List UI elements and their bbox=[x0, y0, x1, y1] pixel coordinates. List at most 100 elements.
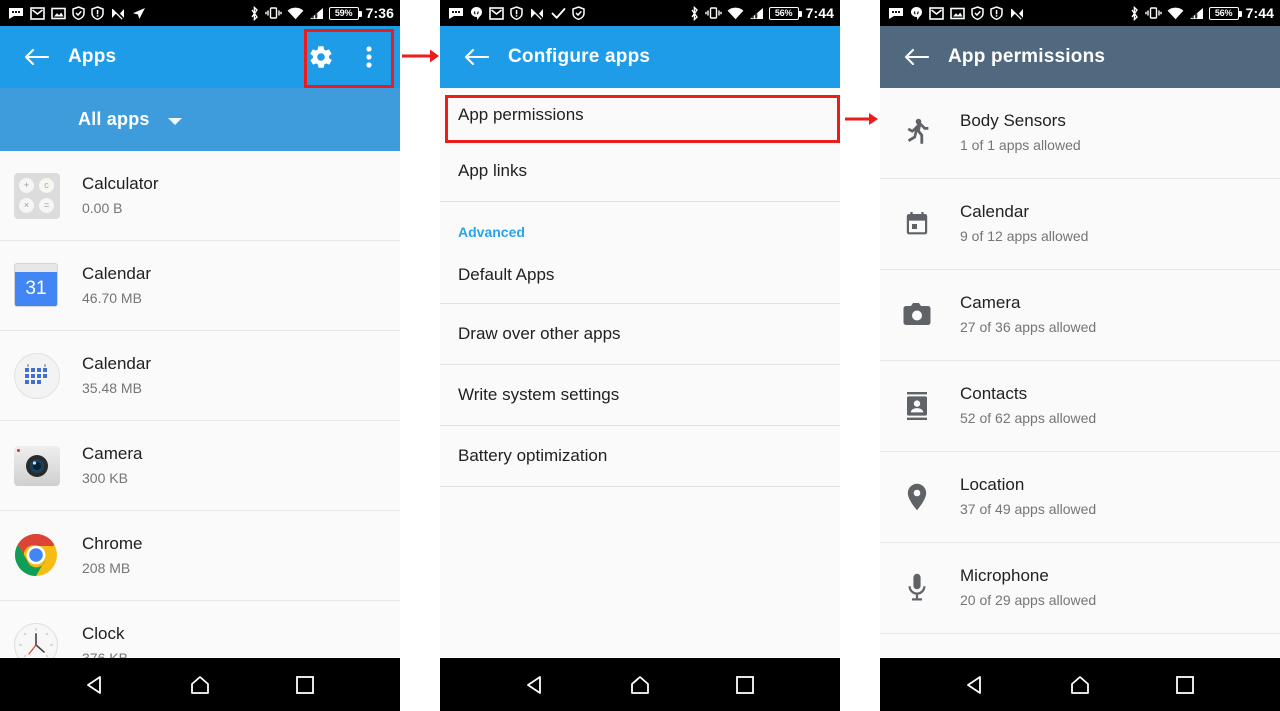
menu-item-app-links[interactable]: App links bbox=[440, 141, 840, 202]
settings-button[interactable] bbox=[300, 36, 342, 78]
app-name: Calculator bbox=[82, 173, 159, 193]
status-bar: 56% 7:44 bbox=[880, 0, 1280, 26]
app-size: 208 MB bbox=[82, 559, 131, 576]
nav-home-icon bbox=[631, 675, 649, 694]
app-icon: 31 bbox=[14, 262, 60, 309]
page-title: App permissions bbox=[948, 46, 1106, 67]
app-name: Calendar bbox=[82, 263, 151, 283]
app-icon: + c × = bbox=[14, 172, 60, 219]
list-item[interactable]: + c × = Calculator 0.00 B bbox=[0, 151, 400, 241]
list-item[interactable]: Calendar 9 of 12 apps allowed bbox=[880, 179, 1280, 270]
nav-recents-button[interactable] bbox=[1163, 663, 1207, 707]
nav-recents-button[interactable] bbox=[283, 663, 327, 707]
back-button[interactable] bbox=[894, 35, 938, 79]
permission-icon bbox=[890, 573, 944, 603]
app-size: 0.00 B bbox=[82, 199, 123, 216]
nav-home-button[interactable] bbox=[1058, 663, 1102, 707]
overflow-menu-button[interactable] bbox=[348, 36, 390, 78]
bluetooth-icon bbox=[691, 5, 698, 21]
all-apps-label: All apps bbox=[78, 109, 150, 129]
back-button[interactable] bbox=[14, 35, 58, 79]
nav-back-icon bbox=[526, 675, 541, 694]
photo-icon bbox=[51, 7, 66, 19]
bluetooth-icon bbox=[251, 5, 258, 21]
back-button[interactable] bbox=[454, 35, 498, 79]
permission-status: 27 of 36 apps allowed bbox=[960, 319, 1097, 336]
menu-item-label: App permissions bbox=[458, 104, 584, 124]
menu-item-app-permissions[interactable]: App permissions bbox=[440, 88, 840, 141]
menu-item-draw-over-other-apps[interactable]: Draw over other apps bbox=[440, 304, 840, 365]
battery-level: 56% bbox=[1214, 7, 1233, 18]
all-apps-filter[interactable]: All apps bbox=[0, 88, 400, 151]
camera-icon bbox=[903, 303, 931, 325]
bluetooth-icon bbox=[1131, 5, 1138, 21]
permission-status: 9 of 12 apps allowed bbox=[960, 228, 1089, 245]
nav-recents-button[interactable] bbox=[723, 663, 767, 707]
nav-home-button[interactable] bbox=[178, 663, 222, 707]
clock-time: 7:44 bbox=[805, 5, 834, 21]
nav-home-button[interactable] bbox=[618, 663, 662, 707]
section-header-advanced: Advanced bbox=[440, 202, 840, 246]
calendar-31-icon: 31 bbox=[14, 262, 58, 307]
list-item[interactable]: Calendar 35.48 MB bbox=[0, 331, 400, 421]
list-item[interactable]: Camera 300 KB bbox=[0, 421, 400, 511]
permission-status: 37 of 49 apps allowed bbox=[960, 501, 1097, 518]
list-item[interactable]: Body Sensors 1 of 1 apps allowed bbox=[880, 88, 1280, 179]
nav-back-button[interactable] bbox=[953, 663, 997, 707]
battery-level: 56% bbox=[774, 7, 793, 18]
screenshot-stage: 59% 7:36 Apps All apps + c × = Calculato… bbox=[0, 0, 1280, 711]
status-bar-right-icons: 56% 7:44 bbox=[689, 5, 834, 21]
permission-text: Microphone 20 of 29 apps allowed bbox=[960, 565, 1096, 610]
permission-icon bbox=[890, 303, 944, 327]
message-icon bbox=[449, 7, 463, 19]
app-icon bbox=[14, 443, 60, 489]
signal-icon bbox=[309, 7, 323, 19]
app-size: 300 KB bbox=[82, 469, 128, 486]
list-item[interactable]: Contacts 52 of 62 apps allowed bbox=[880, 361, 1280, 452]
flow-arrow-2 bbox=[845, 111, 879, 127]
nav-back-button[interactable] bbox=[513, 663, 557, 707]
menu-item-default-apps[interactable]: Default Apps bbox=[440, 246, 840, 304]
nav-back-button[interactable] bbox=[73, 663, 117, 707]
app-name: Chrome bbox=[82, 533, 143, 553]
permission-icon bbox=[890, 392, 944, 420]
location-pin-icon bbox=[907, 483, 927, 511]
nav-recents-icon bbox=[296, 675, 315, 694]
navigation-bar bbox=[0, 658, 400, 711]
back-arrow-icon bbox=[24, 48, 49, 66]
hangouts-icon bbox=[471, 7, 483, 20]
menu-item-write-system-settings[interactable]: Write system settings bbox=[440, 365, 840, 426]
nav-home-icon bbox=[191, 675, 209, 694]
permission-name: Contacts bbox=[960, 384, 1028, 404]
vibrate-icon bbox=[1144, 7, 1162, 19]
menu-item-battery-optimization[interactable]: Battery optimization bbox=[440, 426, 840, 487]
configure-apps-list: App permissions App links Advanced Defau… bbox=[440, 88, 840, 654]
calendar-icon bbox=[906, 212, 928, 235]
list-item[interactable]: Location 37 of 49 apps allowed bbox=[880, 452, 1280, 543]
list-item[interactable]: Microphone 20 of 29 apps allowed bbox=[880, 543, 1280, 634]
configure-apps-toolbar: Configure apps bbox=[440, 26, 840, 88]
toolbar-actions bbox=[300, 36, 390, 78]
status-bar-left-icons bbox=[448, 6, 585, 20]
wifi-icon bbox=[287, 7, 303, 19]
chevron-down-icon bbox=[167, 117, 182, 125]
list-item[interactable]: 31 Calendar 46.70 MB bbox=[0, 241, 400, 331]
list-item[interactable]: Camera 27 of 36 apps allowed bbox=[880, 270, 1280, 361]
page-title: Apps bbox=[68, 46, 117, 67]
photo-icon bbox=[950, 7, 965, 19]
back-arrow-icon bbox=[904, 48, 929, 66]
shield-check-icon bbox=[72, 6, 85, 20]
message-icon bbox=[889, 7, 903, 19]
vibrate-icon bbox=[264, 7, 282, 19]
permissions-list: Body Sensors 1 of 1 apps allowed Calenda… bbox=[880, 88, 1280, 711]
battery-indicator: 56% bbox=[768, 6, 802, 20]
sync-disabled-icon bbox=[111, 7, 124, 20]
list-item[interactable]: Chrome 208 MB bbox=[0, 511, 400, 601]
app-size: 35.48 MB bbox=[82, 379, 142, 396]
app-text: Calendar 46.70 MB bbox=[82, 263, 151, 308]
status-bar-right-icons: 59% 7:36 bbox=[249, 5, 394, 21]
shield-check-icon bbox=[572, 6, 585, 20]
chrome-icon bbox=[14, 533, 58, 577]
status-bar: 59% 7:36 bbox=[0, 0, 400, 26]
permission-status: 52 of 62 apps allowed bbox=[960, 410, 1097, 427]
